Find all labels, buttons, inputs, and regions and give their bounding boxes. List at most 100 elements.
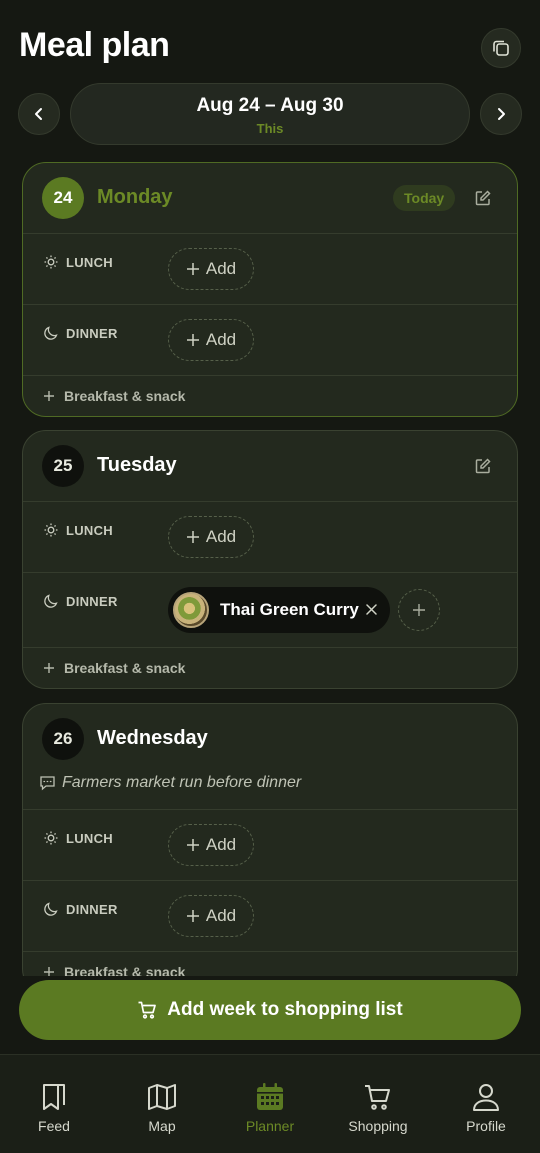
nav-item-feed[interactable]: Feed (0, 1081, 108, 1134)
meal-label: LUNCH (43, 830, 113, 846)
cta-label: Add week to shopping list (167, 999, 403, 1020)
meal-label: DINNER (43, 325, 118, 341)
nav-label: Profile (466, 1118, 506, 1134)
week-sublabel: This (256, 121, 284, 136)
meal-label-text: DINNER (66, 325, 118, 341)
plus-icon (186, 334, 199, 346)
meal-label-text: DINNER (66, 593, 118, 609)
recipe-chip[interactable]: Thai Green Curry (168, 587, 390, 633)
chevron-right-icon (498, 108, 505, 120)
page-title: Meal plan (19, 26, 170, 64)
chevron-left-icon (35, 108, 42, 120)
nav-label: Map (148, 1118, 176, 1134)
meal-row-dinner: DINNER Add (23, 305, 517, 376)
add-lunch-button[interactable]: Add (168, 248, 254, 290)
user-icon (473, 1084, 499, 1111)
meal-row-lunch: LUNCH Add (23, 810, 517, 881)
plus-icon (413, 604, 425, 616)
day-name: Monday (97, 186, 173, 208)
week-selector[interactable]: Aug 24 – Aug 30 This (70, 83, 470, 145)
edit-note-button[interactable] (472, 455, 494, 477)
edit-icon (475, 458, 491, 474)
day-name: Wednesday (97, 727, 208, 749)
meal-label: DINNER (43, 901, 118, 917)
meal-label-text: LUNCH (66, 830, 113, 846)
next-week-button[interactable] (480, 93, 522, 135)
edit-icon (475, 190, 491, 206)
edit-note-button[interactable] (472, 187, 494, 209)
cart-icon (138, 1001, 157, 1019)
plus-icon (44, 663, 54, 673)
add-dinner-button[interactable]: Add (168, 319, 254, 361)
meal-row-lunch: LUNCH Add (23, 502, 517, 573)
map-icon (148, 1084, 176, 1110)
moon-icon (44, 326, 58, 340)
copy-week-button[interactable] (481, 28, 521, 68)
add-lunch-button[interactable]: Add (168, 516, 254, 558)
day-number: 24 (42, 177, 84, 219)
plus-icon (186, 839, 199, 851)
nav-item-shopping[interactable]: Shopping (324, 1081, 432, 1134)
day-header: 25 Tuesday (23, 431, 517, 502)
add-breakfast-snack-button[interactable]: Breakfast & snack (23, 952, 517, 976)
day-header: 24 Monday Today (23, 163, 517, 234)
plus-icon (44, 391, 54, 401)
plus-icon (186, 263, 199, 275)
meal-row-lunch: LUNCH Add (23, 234, 517, 305)
day-number: 25 (42, 445, 84, 487)
meal-row-dinner: DINNER Add (23, 881, 517, 952)
add-breakfast-snack-button[interactable]: Breakfast & snack (23, 648, 517, 688)
add-another-dinner-button[interactable] (398, 589, 440, 631)
plus-icon (44, 967, 54, 976)
week-range: Aug 24 – Aug 30 (196, 95, 344, 116)
nav-label: Planner (245, 1118, 295, 1134)
day-card-wednesday: 26 Wednesday Farmers market run before d… (22, 703, 518, 976)
day-card-monday: 24 Monday Today LUNCH Add DINNER Add Bre… (22, 162, 518, 417)
day-header: 26 Wednesday Farmers market run before d… (23, 704, 517, 810)
meal-row-dinner: DINNER Thai Green Curry (23, 573, 517, 648)
add-label: Add (205, 906, 237, 925)
nav-item-profile[interactable]: Profile (432, 1081, 540, 1134)
day-note[interactable]: Farmers market run before dinner (39, 774, 301, 792)
header: Meal plan Aug 24 – Aug 30 This (0, 0, 540, 160)
calendar-icon (257, 1083, 283, 1110)
meal-label: LUNCH (43, 522, 113, 538)
plus-icon (186, 531, 199, 543)
meal-label: LUNCH (43, 254, 113, 270)
add-breakfast-snack-button[interactable]: Breakfast & snack (23, 376, 517, 416)
nav-label: Feed (38, 1118, 70, 1134)
extra-label: Breakfast & snack (64, 388, 186, 404)
close-icon (365, 603, 377, 615)
recipe-name: Thai Green Curry (220, 600, 359, 619)
moon-icon (44, 902, 58, 916)
extra-label: Breakfast & snack (64, 660, 186, 676)
nav-label: Shopping (348, 1118, 408, 1134)
moon-icon (44, 594, 58, 608)
nav-item-planner[interactable]: Planner (216, 1081, 324, 1134)
sun-icon (44, 831, 58, 845)
day-list[interactable]: 24 Monday Today LUNCH Add DINNER Add Bre… (0, 160, 540, 976)
add-label: Add (205, 835, 237, 854)
prev-week-button[interactable] (18, 93, 60, 135)
bookmark-icon (43, 1084, 65, 1110)
day-number: 26 (42, 718, 84, 760)
meal-label: DINNER (43, 593, 118, 609)
add-label: Add (205, 259, 237, 278)
recipe-thumbnail (173, 592, 209, 628)
plus-icon (186, 910, 199, 922)
add-dinner-button[interactable]: Add (168, 895, 254, 937)
add-label: Add (205, 527, 237, 546)
meal-label-text: LUNCH (66, 522, 113, 538)
nav-item-map[interactable]: Map (108, 1081, 216, 1134)
sun-icon (44, 523, 58, 537)
comment-icon (40, 776, 55, 791)
remove-recipe-button[interactable] (362, 600, 380, 618)
day-card-tuesday: 25 Tuesday LUNCH Add DINNER Thai Green C… (22, 430, 518, 689)
add-week-to-shopping-list-button[interactable]: Add week to shopping list (19, 980, 521, 1040)
cart-icon (365, 1085, 390, 1110)
meal-label-text: DINNER (66, 901, 118, 917)
add-label: Add (205, 330, 237, 349)
meal-label-text: LUNCH (66, 254, 113, 270)
add-lunch-button[interactable]: Add (168, 824, 254, 866)
bottom-nav: Feed Map Planner Shopping Profile (0, 1054, 540, 1153)
